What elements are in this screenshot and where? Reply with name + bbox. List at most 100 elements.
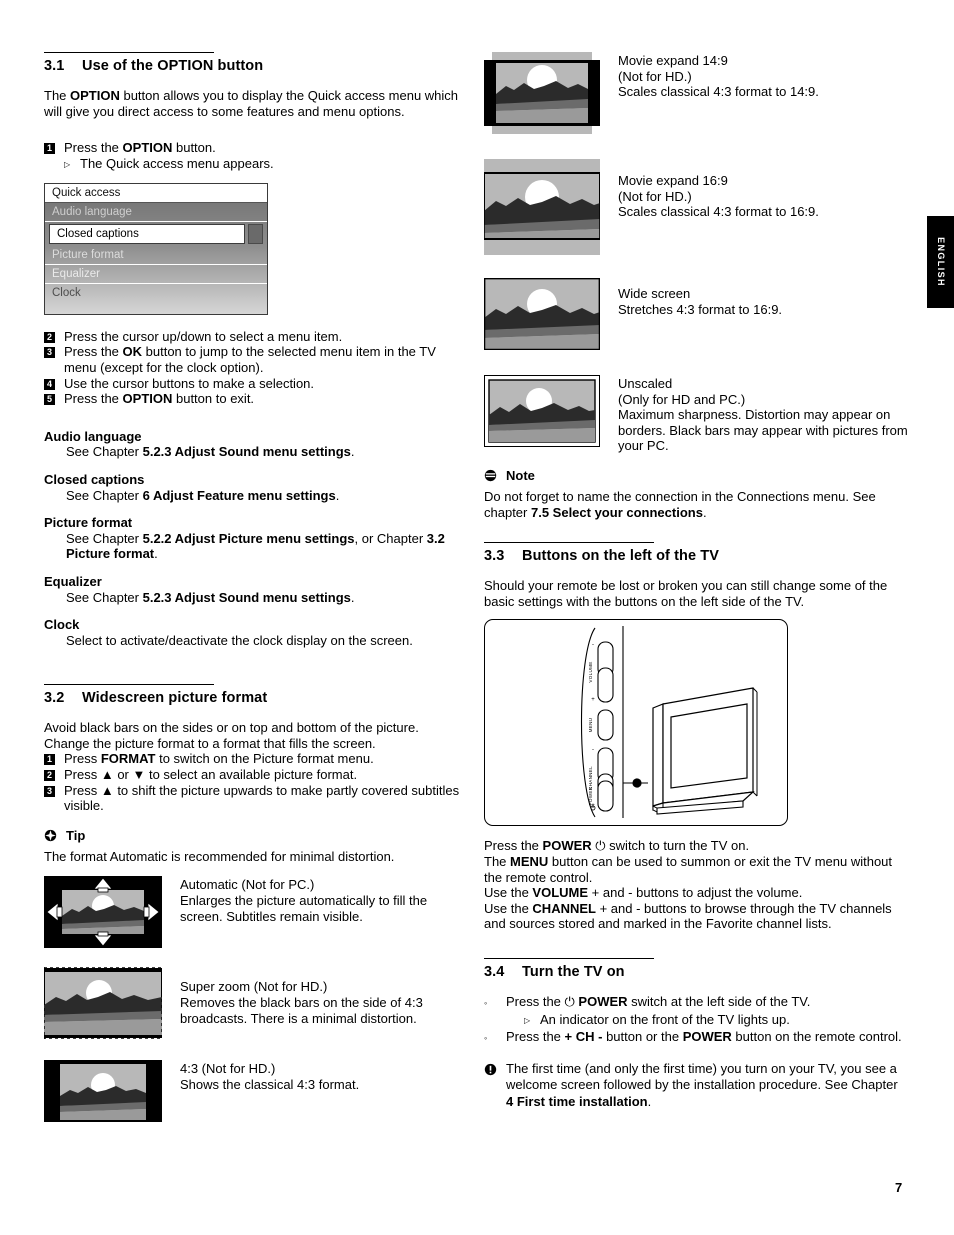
s33-line-menu: The MENU button can be used to summon or… — [484, 854, 904, 885]
tip-icon-svg — [44, 829, 57, 842]
step3-pre: Press the — [64, 344, 123, 360]
section-rule-33 — [484, 542, 654, 544]
scrollbar-thumb — [248, 223, 263, 244]
note-bold: 7.5 Select your connections — [530, 504, 703, 520]
s33-pre-0: Press the — [484, 838, 543, 854]
s33-body-lines: Press the POWER ⏻ switch to turn the TV … — [484, 838, 904, 932]
format-line2: (Not for HD.) — [618, 188, 692, 204]
format-text-automatic: Automatic (Not for PC.) Enlarges the pic… — [180, 876, 464, 953]
section-number-33: 3.3 — [484, 548, 505, 565]
format-text-43: 4:3 (Not for HD.) Shows the classical 4:… — [180, 1060, 359, 1127]
format-desc: Removes the black bars on the side of 4:… — [180, 995, 423, 1026]
b2-mid: button or the — [602, 1028, 683, 1044]
note-post: . — [702, 504, 707, 520]
definition-picture-format: Picture format See Chapter 5.2.2 Adjust … — [44, 515, 464, 562]
widescreen-format-image — [482, 276, 602, 352]
definition-desc: See Chapter 5.2.2 Adjust Picture menu se… — [66, 531, 464, 562]
step-marker: 1 — [44, 143, 55, 155]
s33-line-channel: Use the CHANNEL + and - buttons to brows… — [484, 901, 904, 932]
warning-icon — [484, 1061, 506, 1111]
quick-access-item-clock: Clock — [52, 286, 81, 299]
definition-desc: See Chapter 6 Adjust Feature menu settin… — [66, 488, 464, 504]
step-text: Press the OPTION button. — [64, 140, 464, 156]
tip-icon — [44, 828, 66, 847]
step-marker: 4 — [44, 378, 55, 390]
fourthree-format-image — [44, 1060, 162, 1123]
format-thumbnail-43 — [44, 1060, 162, 1127]
quick-access-footer — [45, 302, 267, 314]
format-desc: Shows the classical 4:3 format. — [180, 1077, 360, 1093]
step2-text: Press the cursor up/down to select a men… — [64, 328, 343, 344]
movie169-format-image — [483, 159, 601, 255]
quick-access-item-closed-captions: Closed captions — [49, 223, 245, 244]
page-number: 7 — [895, 1180, 903, 1195]
definition-term: Clock — [44, 617, 80, 633]
section-number-31: 3.1 — [44, 58, 65, 74]
defn-pre: See Chapter — [66, 530, 143, 546]
warning-callout: The first time (and only the first time)… — [484, 1061, 904, 1111]
intro-paragraph-33: Should your remote be lost or broken you… — [484, 578, 888, 609]
step-marker: 2 — [44, 770, 55, 782]
definition-desc: Select to activate/deactivate the clock … — [66, 632, 413, 648]
section-heading-33: 3.3 Buttons on the left of the TV — [484, 548, 904, 564]
definition-term: Picture format — [44, 515, 133, 531]
warning-icon-svg — [484, 1063, 497, 1076]
format-text-superzoom: Super zoom (Not for HD.) Removes the bla… — [180, 967, 464, 1044]
note-icon-svg — [484, 469, 497, 482]
s33-mid-2: + and - buttons to adjust the volume. — [588, 885, 803, 901]
section-heading-31: 3.1 Use of the OPTION button — [44, 58, 464, 74]
definition-closed-captions: Closed captions See Chapter 6 Adjust Fea… — [44, 472, 464, 503]
s33-bold-2: VOLUME — [532, 885, 589, 901]
intro-paragraph-31: The OPTION button allows you to display … — [44, 88, 464, 119]
bullet-text: Press the + CH - button or the POWER but… — [506, 1029, 902, 1047]
format-line1: Wide screen — [618, 286, 691, 301]
warn-bold: 4 First time installation — [506, 1093, 648, 1109]
s33-bold-0: POWER — [542, 838, 592, 854]
step-item: 3 Press the OK button to jump to the sel… — [44, 344, 464, 375]
format-row-superzoom: Super zoom (Not for HD.) Removes the bla… — [43, 966, 464, 1044]
section-title-32: Widescreen picture format — [82, 690, 268, 707]
defn-pre: See Chapter — [66, 487, 143, 503]
step-item: 1 Press FORMAT to switch on the Picture … — [44, 751, 464, 767]
format-text-widescreen: Wide screen Stretches 4:3 format to 16:9… — [618, 278, 782, 355]
intro-text-a: The — [44, 88, 71, 103]
step-marker: 5 — [44, 394, 55, 406]
s33-bold-3: CHANNEL — [532, 900, 596, 916]
b2-bold1: + CH - — [564, 1028, 603, 1044]
step-marker: 3 — [44, 785, 55, 797]
defn-bold: 6 Adjust Feature menu settings — [142, 487, 336, 503]
note-label: Note — [506, 467, 535, 483]
format-text-movie149: Movie expand 14:9 (Not for HD.) Scales c… — [618, 52, 819, 139]
format-row-widescreen: Wide screen Stretches 4:3 format to 16:9… — [482, 276, 904, 355]
step1-bold: OPTION — [122, 140, 173, 156]
b1-post: switch at the left side of the TV. — [627, 993, 811, 1009]
note-body: Do not forget to name the connection in … — [484, 489, 904, 520]
format-title: 4:3 (Not for HD.) — [180, 1061, 276, 1077]
quick-access-item-audio-language: Audio language — [45, 203, 267, 222]
format-line1: Movie expand 14:9 — [618, 53, 728, 68]
bullet-sub-text: An indicator on the front of the TV ligh… — [540, 1011, 790, 1027]
s33-line-volume: Use the VOLUME + and - buttons to adjust… — [484, 885, 904, 901]
definition-desc: See Chapter 5.2.3 Adjust Sound menu sett… — [66, 590, 464, 606]
format-thumbnail-automatic — [43, 875, 163, 953]
format-line2: Stretches 4:3 format to 16:9. — [618, 301, 783, 317]
format-thumbnail-movie149 — [484, 52, 600, 139]
quick-access-selected-row: Closed captions — [45, 222, 267, 246]
option-bold-a: OPTION — [70, 88, 120, 103]
note-callout: Note — [484, 468, 904, 487]
section-number-34: 3.4 — [484, 963, 505, 980]
format-line2: (Only for HD and PC.) — [618, 391, 746, 407]
circle-bullet-icon: ◦ — [484, 997, 488, 1008]
format-line3: Maximum sharpness. Distortion may appear… — [618, 407, 908, 454]
fmt-step1-pre: Press — [64, 751, 101, 767]
section-rule-34 — [484, 957, 654, 959]
format-text-unscaled: Unscaled (Only for HD and PC.) Maximum s… — [618, 375, 910, 454]
s33-line-power: Press the POWER ⏻ switch to turn the TV … — [484, 838, 904, 854]
bullet-text: Press the ⏻ POWER switch at the left sid… — [506, 994, 810, 1012]
step1-sub-text: The Quick access menu appears. — [80, 155, 274, 171]
s33-pre-1: The — [484, 853, 511, 869]
format-thumbnail-unscaled — [483, 374, 601, 454]
step-marker: 2 — [44, 331, 55, 343]
definition-audio-language: Audio language See Chapter 5.2.3 Adjust … — [44, 429, 464, 460]
step3-text: Press the OK button to jump to the selec… — [64, 344, 464, 375]
